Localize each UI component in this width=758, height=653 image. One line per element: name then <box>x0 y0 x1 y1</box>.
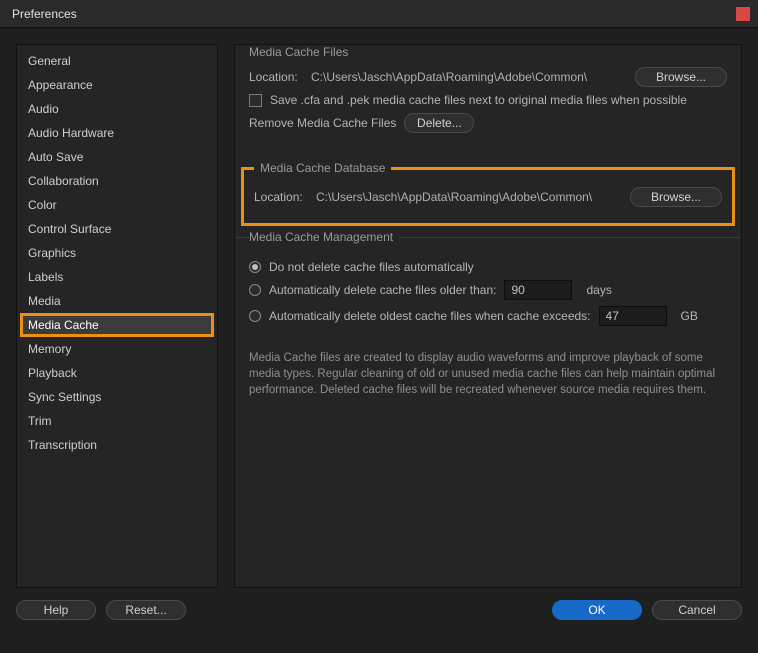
media-cache-database-section: Media Cache Database Location: C:\Users\… <box>241 161 735 226</box>
media-cache-management-legend: Media Cache Management <box>249 230 399 244</box>
files-location-label: Location: <box>249 70 303 84</box>
close-button[interactable] <box>736 7 750 21</box>
media-cache-files-legend: Media Cache Files <box>249 45 354 59</box>
sidebar-item-color[interactable]: Color <box>20 193 214 217</box>
sidebar-item-labels[interactable]: Labels <box>20 265 214 289</box>
content-panel: Media Cache Files Location: C:\Users\Jas… <box>234 44 742 588</box>
db-location-label: Location: <box>254 190 308 204</box>
older-than-input[interactable] <box>504 280 572 300</box>
titlebar: Preferences <box>0 0 758 28</box>
dialog-footer: Help Reset... OK Cancel <box>0 596 758 634</box>
media-cache-management-section: Media Cache Management Do not delete cac… <box>235 230 741 346</box>
cancel-button[interactable]: Cancel <box>652 600 742 620</box>
radio-do-not-delete-label: Do not delete cache files automatically <box>269 260 474 274</box>
sidebar-item-media[interactable]: Media <box>20 289 214 313</box>
sidebar-item-media-cache[interactable]: Media Cache <box>20 313 214 337</box>
sidebar-item-sync-settings[interactable]: Sync Settings <box>20 385 214 409</box>
sidebar: General Appearance Audio Audio Hardware … <box>16 44 218 588</box>
sidebar-item-playback[interactable]: Playback <box>20 361 214 385</box>
sidebar-item-graphics[interactable]: Graphics <box>20 241 214 265</box>
sidebar-item-memory[interactable]: Memory <box>20 337 214 361</box>
files-browse-button[interactable]: Browse... <box>635 67 727 87</box>
media-cache-database-legend: Media Cache Database <box>254 161 391 175</box>
sidebar-item-general[interactable]: General <box>20 49 214 73</box>
radio-exceeds[interactable] <box>249 310 261 322</box>
radio-older-than-label: Automatically delete cache files older t… <box>269 283 496 297</box>
sidebar-item-control-surface[interactable]: Control Surface <box>20 217 214 241</box>
radio-exceeds-label: Automatically delete oldest cache files … <box>269 309 591 323</box>
exceeds-input[interactable] <box>599 306 667 326</box>
sidebar-item-trim[interactable]: Trim <box>20 409 214 433</box>
sidebar-item-transcription[interactable]: Transcription <box>20 433 214 457</box>
db-location-path: C:\Users\Jasch\AppData\Roaming\Adobe\Com… <box>316 190 622 204</box>
radio-older-than[interactable] <box>249 284 261 296</box>
management-description: Media Cache files are created to display… <box>235 346 741 398</box>
window-title: Preferences <box>12 7 77 21</box>
reset-button[interactable]: Reset... <box>106 600 186 620</box>
sidebar-item-appearance[interactable]: Appearance <box>20 73 214 97</box>
radio-do-not-delete[interactable] <box>249 261 261 273</box>
exceeds-unit: GB <box>681 309 698 323</box>
db-browse-button[interactable]: Browse... <box>630 187 722 207</box>
sidebar-item-audio-hardware[interactable]: Audio Hardware <box>20 121 214 145</box>
delete-button[interactable]: Delete... <box>404 113 474 133</box>
files-location-path: C:\Users\Jasch\AppData\Roaming\Adobe\Com… <box>311 70 627 84</box>
older-than-unit: days <box>586 283 611 297</box>
ok-button[interactable]: OK <box>552 600 642 620</box>
remove-files-label: Remove Media Cache Files <box>249 116 396 130</box>
help-button[interactable]: Help <box>16 600 96 620</box>
media-cache-files-section: Media Cache Files Location: C:\Users\Jas… <box>235 45 741 153</box>
save-next-to-label: Save .cfa and .pek media cache files nex… <box>270 93 687 107</box>
sidebar-item-audio[interactable]: Audio <box>20 97 214 121</box>
save-next-to-checkbox[interactable] <box>249 94 262 107</box>
sidebar-item-auto-save[interactable]: Auto Save <box>20 145 214 169</box>
sidebar-item-collaboration[interactable]: Collaboration <box>20 169 214 193</box>
